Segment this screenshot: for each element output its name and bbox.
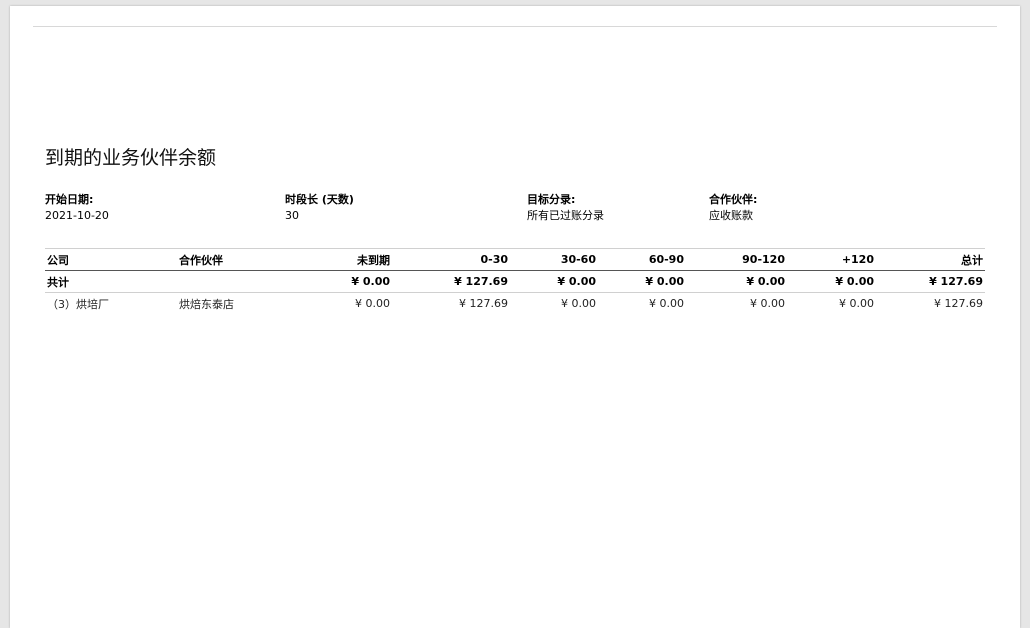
table-total-row: 共计 ¥ 0.00 ¥ 127.69 ¥ 0.00 ¥ 0.00 ¥ 0.00 … bbox=[45, 270, 985, 293]
report-filters: 开始日期: 2021-10-20 时段长 (天数) 30 目标分录: 所有已过账… bbox=[45, 192, 985, 228]
row-not-due: ¥ 0.00 bbox=[355, 297, 390, 310]
row-30-60: ¥ 0.00 bbox=[561, 297, 596, 310]
filter-target-moves-label: 目标分录: bbox=[527, 193, 576, 206]
row-90-120: ¥ 0.00 bbox=[750, 297, 785, 310]
total-90-120: ¥ 0.00 bbox=[686, 270, 787, 293]
total-60-90: ¥ 0.00 bbox=[598, 270, 686, 293]
filter-partners: 合作伙伴: 应收账款 bbox=[709, 192, 757, 224]
col-header-not-due: 未到期 bbox=[297, 248, 392, 271]
col-header-30-60: 30-60 bbox=[510, 248, 598, 271]
report-title: 到期的业务伙伴余额 bbox=[45, 147, 217, 169]
total-total: ¥ 127.69 bbox=[876, 270, 985, 293]
row-120-plus: ¥ 0.00 bbox=[839, 297, 874, 310]
filter-start-date: 开始日期: 2021-10-20 bbox=[45, 192, 109, 224]
filter-partners-value: 应收账款 bbox=[709, 209, 753, 222]
row-company: （3）烘培厂 bbox=[47, 297, 109, 311]
header-divider bbox=[33, 26, 997, 27]
filter-start-date-value: 2021-10-20 bbox=[45, 209, 109, 222]
col-header-0-30: 0-30 bbox=[392, 248, 510, 271]
filter-target-moves-value: 所有已过账分录 bbox=[527, 209, 604, 222]
table-row[interactable]: （3）烘培厂 烘焙东泰店 ¥ 0.00 ¥ 127.69 ¥ 0.00 ¥ 0.… bbox=[45, 293, 985, 315]
table-header-row: 公司 合作伙伴 未到期 0-30 30-60 60-90 90-120 +120… bbox=[45, 248, 985, 271]
col-header-company: 公司 bbox=[45, 248, 177, 271]
row-0-30: ¥ 127.69 bbox=[459, 297, 508, 310]
col-header-120-plus: +120 bbox=[787, 248, 876, 271]
filter-period-length-label: 时段长 (天数) bbox=[285, 193, 354, 206]
report-page: 到期的业务伙伴余额 开始日期: 2021-10-20 时段长 (天数) 30 目… bbox=[10, 6, 1020, 628]
col-header-total: 总计 bbox=[876, 248, 985, 271]
filter-period-length-value: 30 bbox=[285, 209, 299, 222]
col-header-60-90: 60-90 bbox=[598, 248, 686, 271]
total-30-60: ¥ 0.00 bbox=[510, 270, 598, 293]
filter-partners-label: 合作伙伴: bbox=[709, 193, 758, 206]
row-partner-link[interactable]: 烘焙东泰店 bbox=[177, 293, 297, 315]
filter-period-length: 时段长 (天数) 30 bbox=[285, 192, 354, 224]
total-0-30: ¥ 127.69 bbox=[392, 270, 510, 293]
total-120-plus: ¥ 0.00 bbox=[787, 270, 876, 293]
total-not-due: ¥ 0.00 bbox=[297, 270, 392, 293]
row-total: ¥ 127.69 bbox=[934, 297, 983, 310]
total-label: 共计 bbox=[45, 270, 177, 293]
total-partner bbox=[177, 270, 297, 293]
col-header-90-120: 90-120 bbox=[686, 248, 787, 271]
filter-target-moves: 目标分录: 所有已过账分录 bbox=[527, 192, 604, 224]
row-60-90: ¥ 0.00 bbox=[649, 297, 684, 310]
filter-start-date-label: 开始日期: bbox=[45, 193, 94, 206]
col-header-partner: 合作伙伴 bbox=[177, 248, 297, 271]
aged-balance-table: 公司 合作伙伴 未到期 0-30 30-60 60-90 90-120 +120… bbox=[45, 248, 985, 314]
